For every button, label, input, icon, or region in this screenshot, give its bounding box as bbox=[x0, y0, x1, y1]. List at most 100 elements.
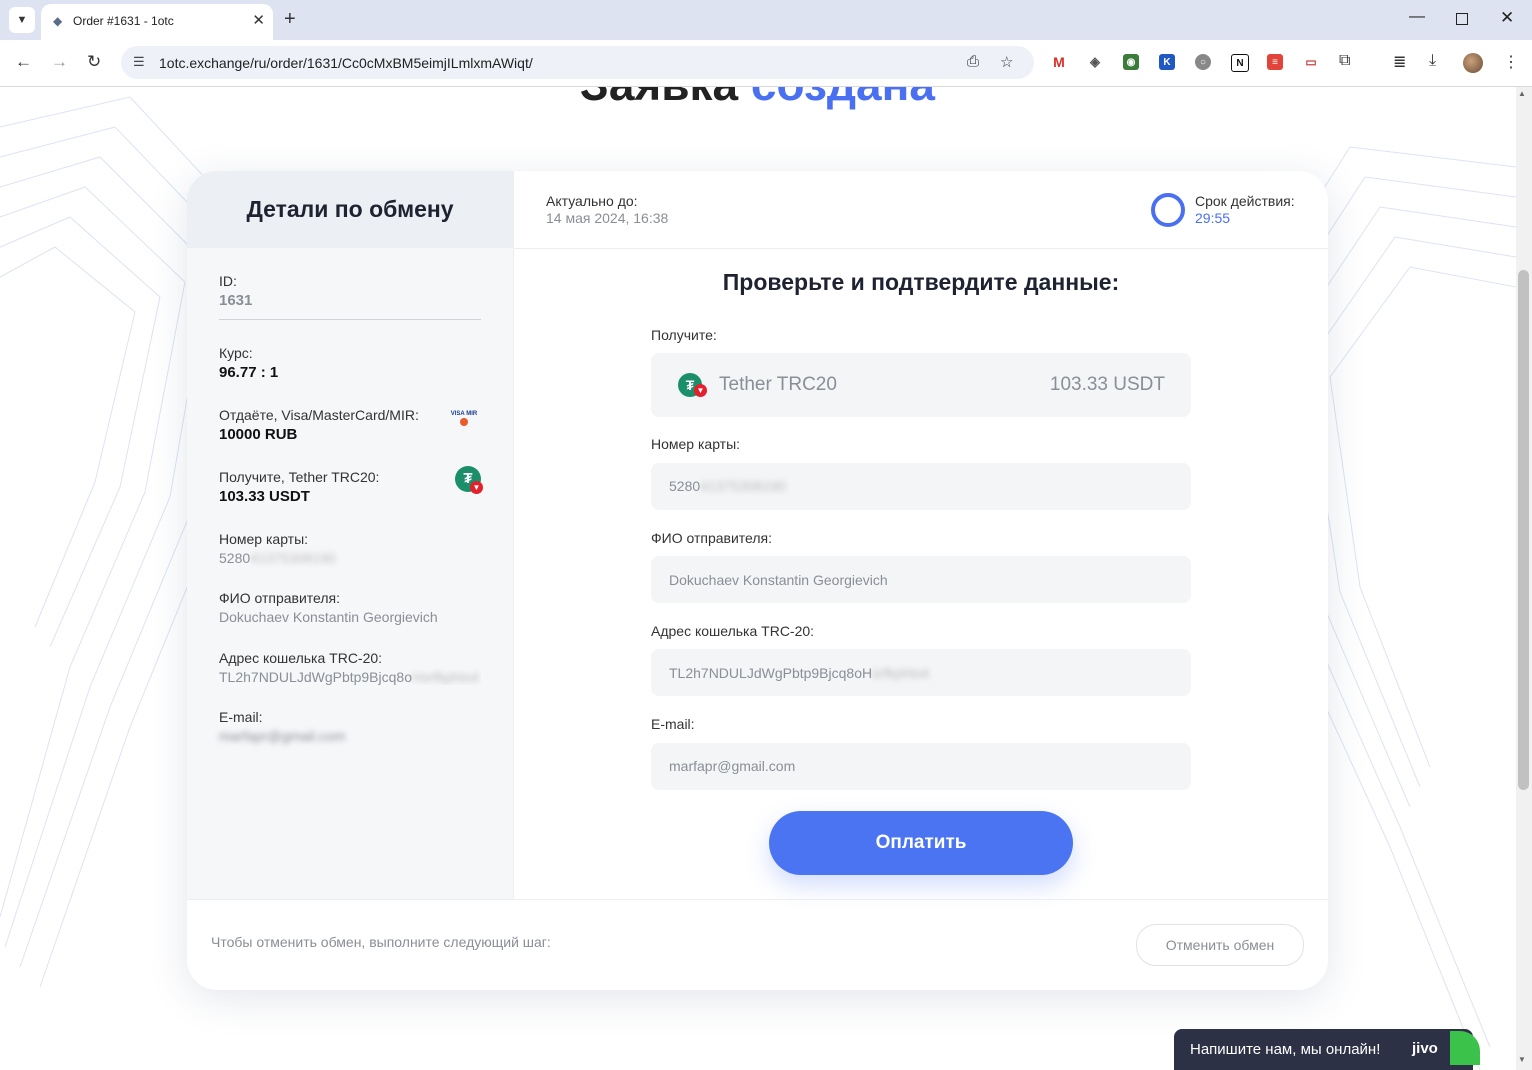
browser-toolbar: ← → ↻ ☰ 1otc.exchange/ru/order/1631/Cc0c… bbox=[0, 40, 1532, 87]
wallet-field[interactable]: TL2h7NDULJdWgPbtp9Bjcq8oHsrfkphts4 bbox=[651, 649, 1191, 696]
extension-red-icon[interactable]: ≡ bbox=[1267, 54, 1283, 70]
install-app-icon[interactable]: ⎙ bbox=[967, 53, 979, 70]
tether-trc20-icon: ₮ ▼ bbox=[678, 373, 707, 397]
detail-wallet: Адрес кошелька TRC-20: TL2h7NDULJdWgPbtp… bbox=[219, 650, 481, 685]
extensions-puzzle-icon[interactable]: ⧉ bbox=[1339, 52, 1350, 70]
detail-card-number: Номер карты: 528041375308190 bbox=[219, 531, 481, 566]
id-label: ID: bbox=[219, 273, 237, 289]
profile-avatar[interactable] bbox=[1463, 53, 1483, 73]
confirm-title: Проверьте и подтвердите данные: bbox=[722, 269, 1120, 295]
sidebar-header: Детали по обмену bbox=[187, 171, 513, 248]
site-settings-icon[interactable]: ☰ bbox=[133, 54, 145, 70]
timer-ring-icon bbox=[1151, 193, 1185, 227]
wallet-field-value: TL2h7NDULJdWgPbtp9Bjcq8oH bbox=[669, 665, 873, 681]
wallet-field-label: Адрес кошелька TRC-20: bbox=[651, 623, 815, 639]
scroll-up-arrow-icon[interactable]: ▲ bbox=[1518, 89, 1526, 98]
headline-blue-word: создана bbox=[751, 87, 935, 110]
sender-name-field-label: ФИО отправителя: bbox=[651, 530, 773, 546]
detail-sender-name: ФИО отправителя: Dokuchaev Konstantin Ge… bbox=[219, 590, 481, 625]
new-tab-icon[interactable]: + bbox=[284, 8, 296, 30]
window-maximize-icon[interactable] bbox=[1456, 13, 1468, 25]
card-number-value-row: 528041375308190 bbox=[219, 550, 481, 566]
email-field[interactable]: marfapr@gmail.com bbox=[651, 743, 1191, 790]
card-number-blurred: 41375308190 bbox=[250, 550, 336, 566]
order-card: Детали по обмену ID: 1631 Курс: 96.77 : … bbox=[187, 171, 1328, 990]
timer-label: Срок действия: bbox=[1195, 193, 1295, 209]
reload-icon[interactable]: ↻ bbox=[87, 52, 101, 72]
scroll-down-arrow-icon[interactable]: ▼ bbox=[1518, 1055, 1526, 1064]
extension-diamond-icon[interactable]: ◈ bbox=[1087, 54, 1103, 70]
window-minimize-icon[interactable]: — bbox=[1409, 8, 1425, 26]
scrollbar-thumb[interactable] bbox=[1518, 270, 1529, 790]
jivo-logo: jivo bbox=[1412, 1040, 1438, 1057]
back-icon[interactable]: ← bbox=[15, 52, 32, 72]
detail-rate: Курс: 96.77 : 1 bbox=[219, 345, 481, 381]
sender-name-field[interactable]: Dokuchaev Konstantin Georgievich bbox=[651, 556, 1191, 603]
wallet-value: TL2h7NDULJdWgPbtp9Bjcq8o bbox=[219, 669, 412, 685]
downloads-icon[interactable]: ⤓ bbox=[1429, 52, 1436, 70]
chat-widget[interactable]: Напишите нам, мы онлайн! jivo bbox=[1174, 1029, 1480, 1070]
receive-currency: Tether TRC20 bbox=[719, 374, 837, 395]
cancel-exchange-button[interactable]: Отменить обмен bbox=[1136, 924, 1304, 966]
wallet-value-row: TL2h7NDULJdWgPbtp9Bjcq8oHsrfkphts4 bbox=[219, 669, 481, 685]
url-text[interactable]: 1otc.exchange/ru/order/1631/Cc0cMxBM5eim… bbox=[159, 55, 533, 71]
chevron-down-icon: ▼ bbox=[16, 14, 28, 26]
sender-name-label: ФИО отправителя: bbox=[219, 590, 341, 606]
notion-extension-icon[interactable]: N bbox=[1231, 54, 1249, 72]
browser-menu-icon[interactable]: ⋮ bbox=[1503, 52, 1519, 72]
browser-tab-active[interactable]: ◆ Order #1631 - 1otc ✕ bbox=[41, 4, 273, 40]
rate-label: Курс: bbox=[219, 345, 253, 361]
sidebar-title: Детали по обмену bbox=[246, 196, 454, 222]
detail-id: ID: 1631 bbox=[219, 273, 481, 309]
tron-badge-icon: ▼ bbox=[694, 384, 707, 397]
tab-search-button[interactable]: ▼ bbox=[9, 7, 35, 33]
card-number-field-value-row: 528041375308190 bbox=[669, 478, 786, 494]
chat-widget-text: Напишите нам, мы онлайн! bbox=[1190, 1041, 1381, 1058]
email-field-label: E-mail: bbox=[651, 716, 695, 732]
email-label: E-mail: bbox=[219, 709, 263, 725]
tether-trc20-icon: ₮ ▼ bbox=[455, 466, 483, 494]
tether-symbol: ₮ bbox=[685, 377, 695, 393]
forward-icon[interactable]: → bbox=[51, 52, 68, 72]
extension-circle-icon[interactable]: ○ bbox=[1195, 54, 1211, 70]
browser-tab-bar: ▼ ◆ Order #1631 - 1otc ✕ + — ✕ bbox=[0, 0, 1532, 40]
page-viewport: Заявка создана Детали по обмену ID: 1631… bbox=[0, 87, 1516, 1070]
exchange-details-sidebar: Детали по обмену ID: 1631 Курс: 96.77 : … bbox=[187, 171, 514, 899]
sidebar-divider bbox=[219, 319, 481, 320]
extension-green-icon[interactable]: ◉ bbox=[1123, 54, 1139, 70]
gmail-extension-icon[interactable]: M bbox=[1051, 54, 1067, 70]
tab-title: Order #1631 - 1otc bbox=[73, 14, 174, 28]
valid-until-value: 14 мая 2024, 16:38 bbox=[546, 210, 669, 226]
wallet-blurred: Hsrfkphts4 bbox=[412, 669, 479, 685]
detail-give: Отдаёте, Visa/MasterCard/MIR: 10000 RUB … bbox=[219, 407, 481, 443]
get-value: 103.33 USDT bbox=[219, 488, 310, 505]
extension-blue-icon[interactable]: K bbox=[1159, 54, 1175, 70]
card-number-field[interactable]: 528041375308190 bbox=[651, 463, 1191, 510]
detail-get: Получите, Tether TRC20: 103.33 USDT ₮ ▼ bbox=[219, 466, 483, 505]
cancel-hint: Чтобы отменить обмен, выполните следующи… bbox=[211, 934, 551, 950]
wallet-field-value-row: TL2h7NDULJdWgPbtp9Bjcq8oHsrfkphts4 bbox=[669, 665, 929, 681]
card-footer-divider bbox=[187, 899, 1328, 900]
receive-amount: 103.33 USDT bbox=[1049, 374, 1165, 395]
address-bar[interactable]: ☰ 1otc.exchange/ru/order/1631/Cc0cMxBM5e… bbox=[121, 46, 1034, 79]
pay-button[interactable]: Оплатить bbox=[769, 811, 1073, 875]
visa-mastercard-mir-icon: VISA MIR bbox=[449, 411, 479, 429]
page-headline: Заявка создана bbox=[580, 87, 935, 111]
reading-list-icon[interactable]: ≣ bbox=[1393, 52, 1406, 72]
id-value: 1631 bbox=[219, 292, 253, 309]
detail-email: E-mail: marfapr@gmail.com bbox=[219, 709, 481, 744]
give-label: Отдаёте, Visa/MasterCard/MIR: bbox=[219, 407, 419, 423]
receive-label: Получите: bbox=[651, 327, 717, 343]
valid-until-label: Актуально до: bbox=[546, 193, 638, 209]
tab-close-icon[interactable]: ✕ bbox=[252, 11, 265, 29]
bookmark-star-icon[interactable]: ☆ bbox=[1000, 53, 1013, 71]
headline-dark-word: Заявка bbox=[580, 87, 738, 110]
email-blurred: marfapr@gmail.com bbox=[219, 728, 346, 744]
extension-cast-icon[interactable]: ▭ bbox=[1303, 54, 1319, 70]
sender-name-field-value: Dokuchaev Konstantin Georgievich bbox=[669, 572, 888, 588]
wallet-label: Адрес кошелька TRC-20: bbox=[219, 650, 383, 666]
give-value: 10000 RUB bbox=[219, 426, 298, 443]
tron-badge-icon: ▼ bbox=[470, 481, 483, 494]
window-close-icon[interactable]: ✕ bbox=[1500, 8, 1514, 28]
timer-value: 29:55 bbox=[1195, 210, 1231, 226]
